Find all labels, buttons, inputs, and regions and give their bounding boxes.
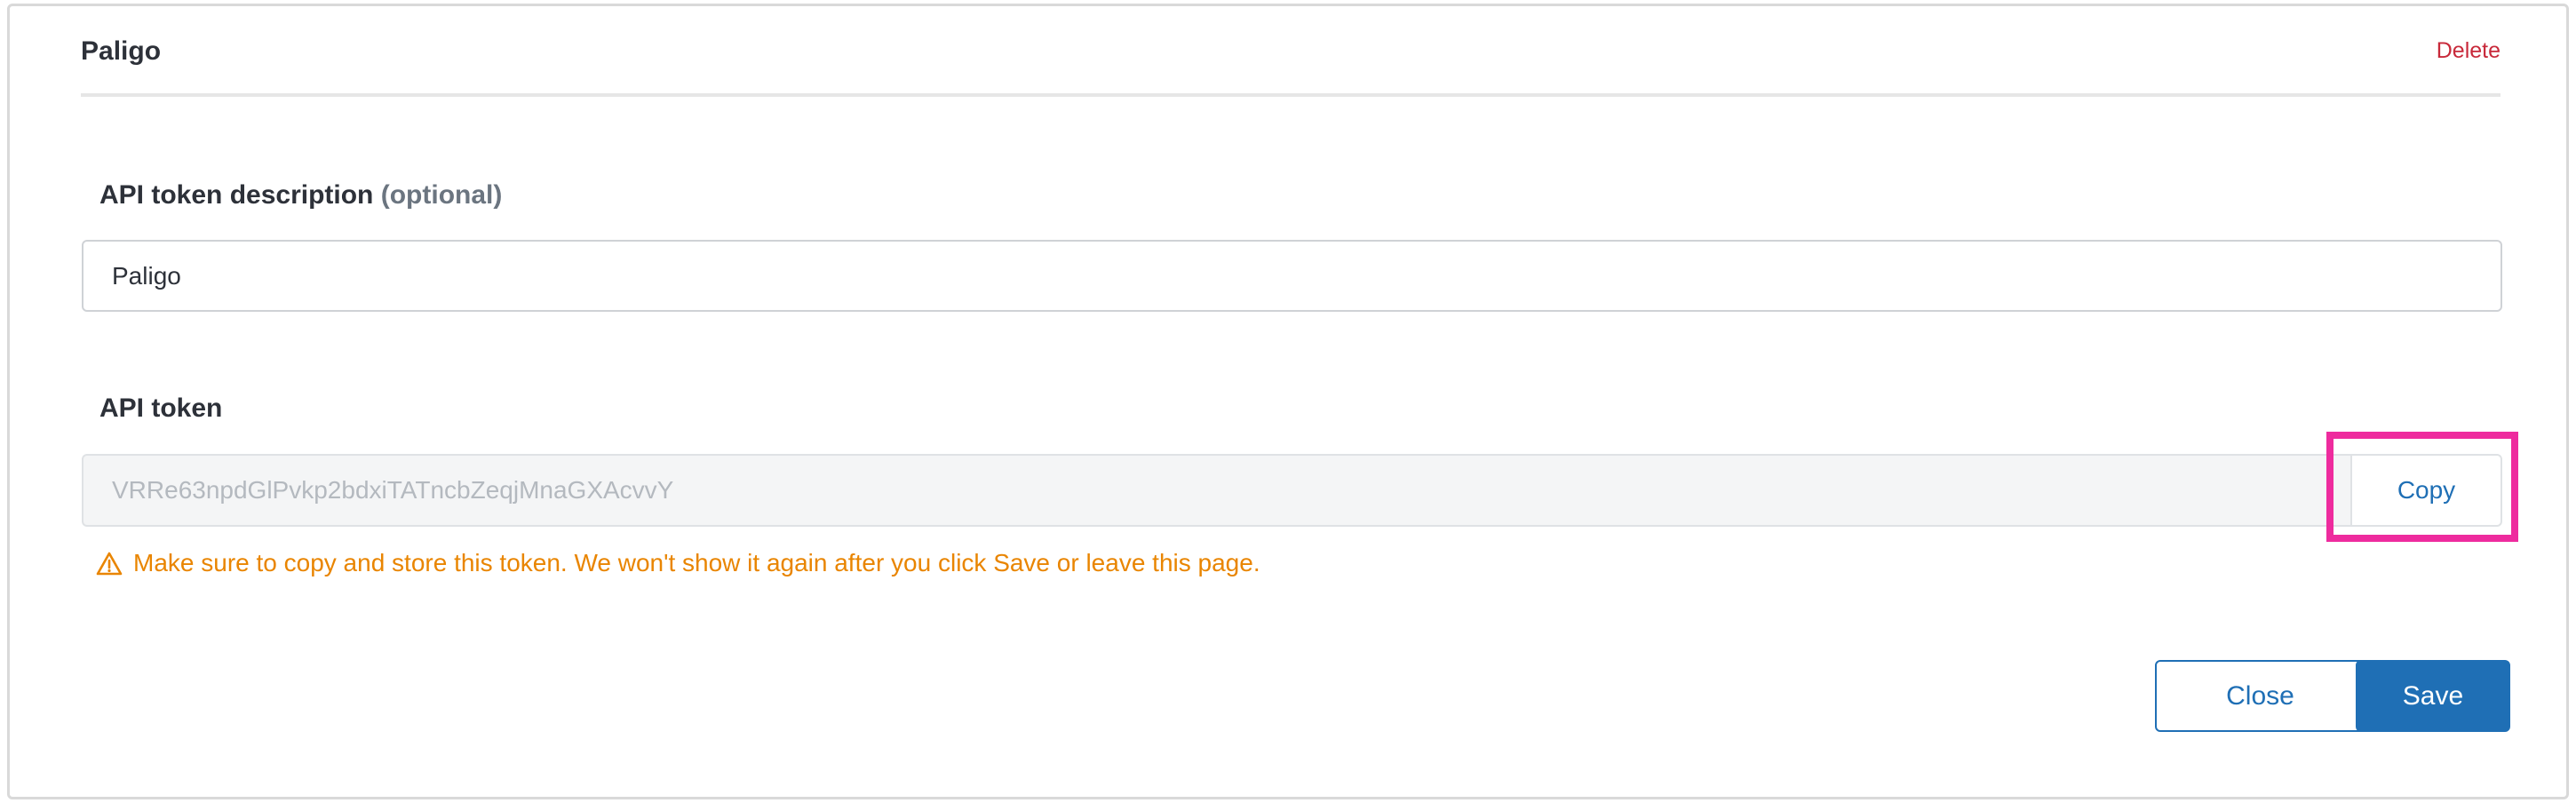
warning-icon bbox=[96, 551, 123, 576]
description-input[interactable] bbox=[82, 240, 2502, 312]
close-button[interactable]: Close bbox=[2155, 660, 2365, 732]
card-title: Paligo bbox=[81, 36, 162, 66]
api-token-card: Paligo Delete API token description (opt… bbox=[7, 4, 2569, 799]
token-field: VRRe63npdGlPvkp2bdxiTATncbZeqjMnaGXAcvvY bbox=[82, 454, 2350, 527]
card-header: Paligo Delete bbox=[81, 6, 2500, 97]
description-label: API token description (optional) bbox=[99, 180, 502, 211]
description-label-text: API token description bbox=[99, 180, 374, 210]
copy-button[interactable]: Copy bbox=[2350, 454, 2502, 527]
token-warning-text: Make sure to copy and store this token. … bbox=[133, 549, 1260, 576]
token-row: VRRe63npdGlPvkp2bdxiTATncbZeqjMnaGXAcvvY… bbox=[82, 454, 2502, 527]
optional-label: (optional) bbox=[380, 180, 503, 210]
save-button[interactable]: Save bbox=[2356, 660, 2510, 732]
token-warning: Make sure to copy and store this token. … bbox=[96, 549, 1260, 577]
delete-link[interactable]: Delete bbox=[2437, 38, 2500, 64]
token-label: API token bbox=[99, 394, 223, 423]
